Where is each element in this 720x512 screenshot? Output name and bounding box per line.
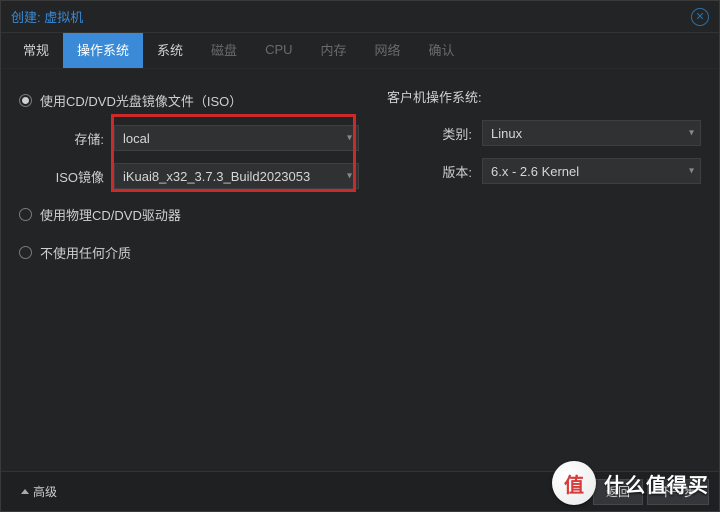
titlebar: 创建: 虚拟机 ✕: [1, 1, 719, 33]
iso-value: iKuai8_x32_3.7.3_Build2023053: [123, 169, 310, 184]
wizard-tabs: 常规 操作系统 系统 磁盘 CPU 内存 网络 确认: [1, 33, 719, 69]
radio-icon: [19, 94, 32, 107]
guest-type-value: Linux: [491, 126, 522, 141]
radio-use-iso-label: 使用CD/DVD光盘镜像文件（ISO）: [40, 91, 242, 110]
back-label: 返回: [606, 483, 630, 500]
tab-system[interactable]: 系统: [143, 33, 197, 68]
close-icon[interactable]: ✕: [691, 8, 709, 26]
next-button[interactable]: 下一步: [647, 479, 709, 505]
chevron-up-icon: [21, 489, 29, 494]
iso-select[interactable]: iKuai8_x32_3.7.3_Build2023053 ▾: [114, 163, 359, 189]
tab-cpu: CPU: [251, 33, 306, 68]
tab-memory: 内存: [307, 33, 361, 68]
radio-use-none-label: 不使用任何介质: [40, 243, 131, 262]
radio-icon: [19, 246, 32, 259]
chevron-down-icon: ▾: [689, 166, 694, 177]
tab-general[interactable]: 常规: [9, 33, 63, 68]
radio-icon: [19, 208, 32, 221]
next-label: 下一步: [660, 483, 696, 500]
guest-version-label: 版本:: [387, 162, 482, 181]
create-vm-dialog: 创建: 虚拟机 ✕ 常规 操作系统 系统 磁盘 CPU 内存 网络 确认 使用C…: [0, 0, 720, 512]
chevron-down-icon: ▾: [689, 128, 694, 139]
radio-use-none[interactable]: 不使用任何介质: [19, 243, 131, 262]
media-column: 使用CD/DVD光盘镜像文件（ISO） 存储: local ▾ ISO镜像 iK…: [19, 87, 359, 277]
radio-use-physical-label: 使用物理CD/DVD驱动器: [40, 205, 181, 224]
iso-label: ISO镜像: [19, 167, 114, 186]
storage-value: local: [123, 131, 150, 146]
advanced-label: 高级: [33, 483, 57, 500]
advanced-toggle[interactable]: 高级: [11, 483, 67, 500]
back-button[interactable]: 返回: [593, 479, 643, 505]
guest-os-heading: 客户机操作系统:: [387, 87, 701, 106]
chevron-down-icon: ▾: [347, 171, 352, 182]
guest-type-select[interactable]: Linux ▾: [482, 120, 701, 146]
radio-use-physical[interactable]: 使用物理CD/DVD驱动器: [19, 205, 181, 224]
guest-os-column: 客户机操作系统: 类别: Linux ▾ 版本: 6.x - 2.6 Kerne…: [387, 87, 701, 277]
tab-disk: 磁盘: [197, 33, 251, 68]
guest-type-label: 类别:: [387, 124, 482, 143]
dialog-body: 使用CD/DVD光盘镜像文件（ISO） 存储: local ▾ ISO镜像 iK…: [1, 69, 719, 511]
chevron-down-icon: ▾: [347, 133, 352, 144]
tab-confirm: 确认: [415, 33, 469, 68]
radio-use-iso[interactable]: 使用CD/DVD光盘镜像文件（ISO）: [19, 91, 242, 110]
tab-os[interactable]: 操作系统: [63, 33, 143, 68]
tab-network: 网络: [361, 33, 415, 68]
guest-version-value: 6.x - 2.6 Kernel: [491, 164, 579, 179]
dialog-footer: 高级 返回 下一步: [1, 471, 719, 511]
storage-label: 存储:: [19, 129, 114, 148]
window-title: 创建: 虚拟机: [11, 7, 83, 26]
storage-select[interactable]: local ▾: [114, 125, 359, 151]
guest-version-select[interactable]: 6.x - 2.6 Kernel ▾: [482, 158, 701, 184]
